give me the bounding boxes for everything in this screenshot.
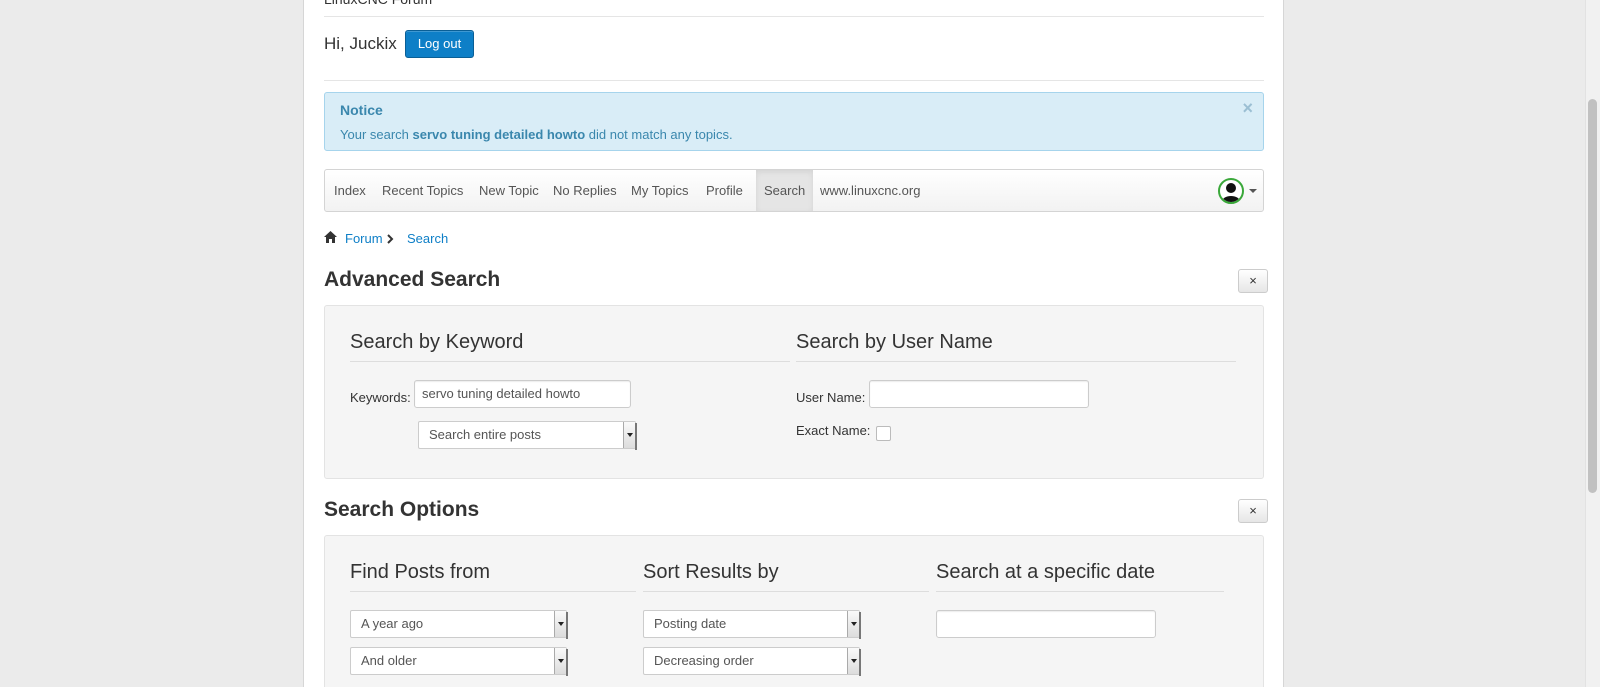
divider [796, 361, 1236, 362]
username-input[interactable] [869, 380, 1089, 408]
divider [324, 80, 1264, 81]
exact-name-checkbox[interactable] [876, 426, 891, 441]
advanced-search-title: Advanced Search [324, 268, 501, 291]
chevron-down-icon [847, 648, 859, 674]
specific-date-input[interactable] [936, 610, 1156, 638]
divider [324, 16, 1264, 17]
chevron-down-icon[interactable] [1249, 189, 1257, 193]
keywords-label: Keywords: [350, 390, 411, 405]
chevron-down-icon [554, 648, 566, 674]
find-posts-period-value: A year ago [361, 616, 424, 631]
notice-query: servo tuning detailed howto [412, 127, 586, 142]
nav-item-my-topics[interactable]: My Topics [623, 170, 697, 211]
breadcrumb-search-link[interactable]: Search [407, 231, 448, 246]
user-avatar-icon[interactable] [1218, 178, 1244, 204]
find-posts-period-select[interactable]: A year ago [350, 610, 568, 639]
sort-heading: Sort Results by [643, 561, 779, 583]
user-greeting: Hi, Juckix [324, 34, 397, 53]
find-posts-heading: Find Posts from [350, 561, 491, 583]
advanced-search-collapse-button[interactable]: × [1238, 269, 1268, 293]
nav-item-no-replies[interactable]: No Replies [545, 170, 625, 211]
divider [936, 591, 1224, 592]
keywords-input[interactable]: servo tuning detailed howto [414, 380, 631, 408]
username-heading: Search by User Name [796, 331, 993, 353]
close-icon[interactable]: × [1242, 99, 1253, 117]
sort-field-select[interactable]: Posting date [643, 610, 861, 639]
sort-order-value: Decreasing order [654, 653, 754, 668]
breadcrumb-forum-link[interactable]: Forum [345, 231, 383, 246]
nav-item-new-topic[interactable]: New Topic [471, 170, 547, 211]
chevron-right-icon [387, 234, 394, 244]
search-options-collapse-button[interactable]: × [1238, 499, 1268, 523]
find-posts-direction-select[interactable]: And older [350, 647, 568, 676]
search-scope-select[interactable]: Search entire posts [418, 421, 637, 450]
specific-date-heading: Search at a specific date [936, 561, 1156, 583]
home-icon[interactable] [324, 231, 337, 243]
notice-text-before: Your search [340, 127, 413, 142]
exact-name-label: Exact Name: [796, 423, 871, 438]
site-title[interactable]: LinuxCNC Forum [324, 0, 432, 8]
notice-title: Notice [340, 102, 383, 118]
advanced-search-panel: Search by Keyword Keywords: servo tuning… [324, 305, 1264, 479]
notice-text-after: did not match any topics. [585, 127, 733, 142]
page-scrollbar[interactable] [1585, 0, 1600, 687]
chevron-down-icon [554, 611, 566, 637]
divider [350, 361, 790, 362]
search-options-title: Search Options [324, 498, 480, 521]
notice-message: Your search servo tuning detailed howto … [340, 127, 733, 142]
forum-page: LinuxCNC Forum Hi, Juckix Log out Notice… [303, 0, 1284, 687]
find-posts-direction-value: And older [361, 653, 417, 668]
nav-item-linuxcnc-site[interactable]: www.linuxcnc.org [812, 170, 928, 211]
scrollbar-thumb[interactable] [1588, 99, 1597, 493]
divider [643, 591, 929, 592]
search-scope-value: Search entire posts [429, 427, 542, 442]
sort-order-select[interactable]: Decreasing order [643, 647, 861, 676]
search-options-panel: Find Posts from A year ago And older Sor… [324, 535, 1264, 687]
nav-item-index[interactable]: Index [326, 170, 374, 211]
chevron-down-icon [847, 611, 859, 637]
username-label: User Name: [796, 390, 866, 405]
divider [350, 591, 636, 592]
nav-item-profile[interactable]: Profile [698, 170, 751, 211]
notice-alert: Notice Your search servo tuning detailed… [324, 92, 1264, 151]
keyword-heading: Search by Keyword [350, 331, 524, 353]
main-navbar: Index Recent Topics New Topic No Replies… [324, 169, 1264, 212]
sort-field-value: Posting date [654, 616, 727, 631]
nav-item-search[interactable]: Search [756, 170, 814, 211]
logout-button[interactable]: Log out [405, 30, 474, 58]
chevron-down-icon [623, 422, 635, 448]
nav-item-recent-topics[interactable]: Recent Topics [374, 170, 471, 211]
